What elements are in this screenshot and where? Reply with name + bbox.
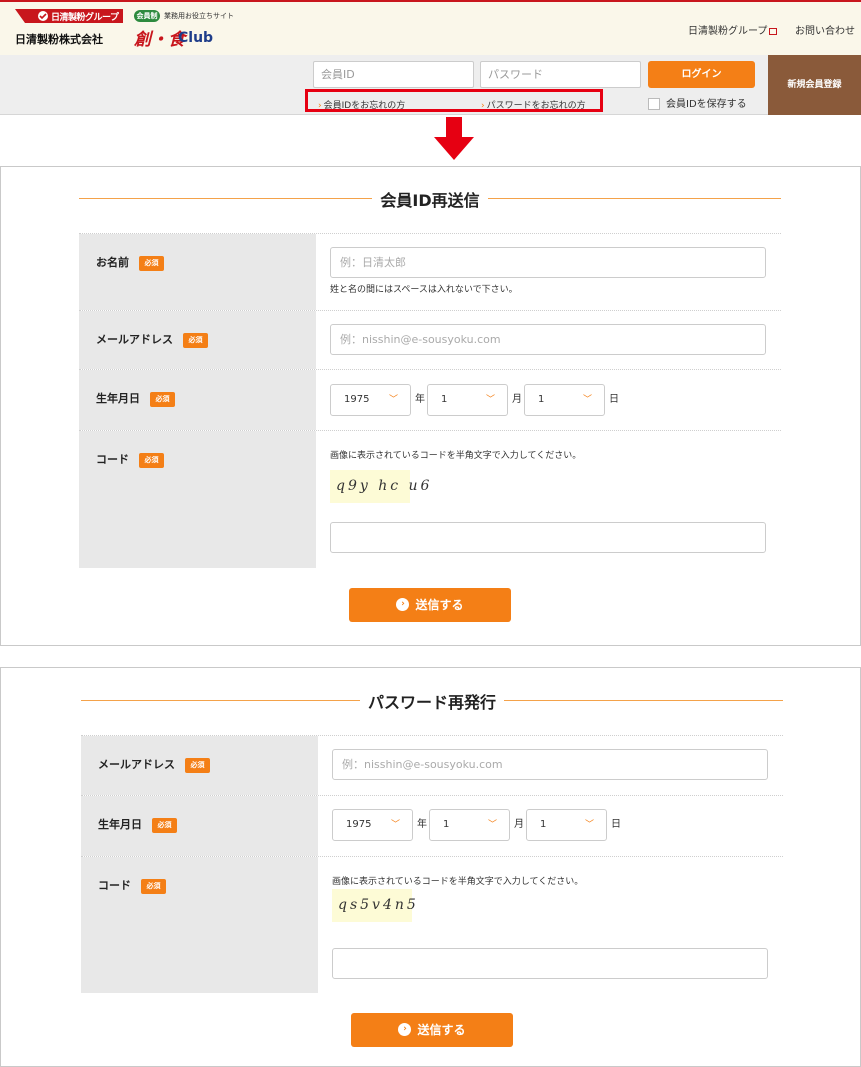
field-label: メールアドレス: [96, 333, 173, 346]
external-link-icon: [769, 27, 778, 35]
chevron-down-icon: ﹀: [388, 395, 398, 405]
birth-year-value: 1975: [344, 394, 370, 405]
reissue-password-panel: パスワード再発行 メールアドレス 必須 例：nisshin@e-sousyoku.…: [0, 667, 861, 1067]
section-title: 会員ID再送信: [372, 191, 488, 210]
month-unit: 月: [514, 819, 524, 830]
chevron-down-icon: ﹀: [584, 820, 594, 830]
birth-day-value: 1: [540, 819, 547, 830]
required-badge: 必須: [150, 391, 175, 407]
form-row-code: コード 必須 画像に表示されているコードを半角文字で入力してください。 q9y h…: [79, 430, 781, 568]
form-row-email: メールアドレス 必須 例：nisshin@e-sousyoku.com: [79, 310, 781, 369]
code-hint: 画像に表示されているコードを半角文字で入力してください。: [332, 877, 584, 887]
birth-month-value: 1: [441, 394, 448, 405]
login-bar: 会員ID パスワード ログイン › 会員IDをお忘れの方 › パスワードをお忘れの方…: [0, 55, 861, 115]
submit-label: 送信する: [417, 1023, 466, 1037]
required-badge: 必須: [183, 332, 208, 348]
birth-month-select[interactable]: 1 ﹀: [429, 809, 510, 841]
reissue-password-form: メールアドレス 必須 例：nisshin@e-sousyoku.com 生年月日必…: [81, 735, 783, 993]
chevron-down-icon: ﹀: [485, 395, 495, 405]
circle-chevron-right-icon: ›: [396, 598, 410, 611]
member-id-input[interactable]: 会員ID: [313, 61, 474, 88]
club-tagline: 業務用お役立ちサイト: [164, 12, 234, 20]
required-badge: 必須: [139, 452, 164, 468]
register-button[interactable]: 新規会員登録: [768, 55, 861, 115]
forgot-id-label: 会員IDをお忘れの方: [323, 101, 406, 111]
chevron-right-icon: ›: [318, 101, 322, 111]
birth-year-value: 1975: [346, 819, 372, 830]
group-site-link-label: 日清製粉グループ: [688, 26, 768, 37]
section-heading: パスワード再発行: [81, 689, 783, 713]
login-button[interactable]: ログイン: [648, 61, 755, 88]
group-site-link[interactable]: 日清製粉グループ: [688, 22, 778, 37]
birth-year-select[interactable]: 1975 ﹀: [330, 384, 411, 416]
submit-button[interactable]: › 送信する: [349, 588, 511, 622]
chevron-down-icon: ﹀: [582, 395, 592, 405]
nisshin-group-logo[interactable]: 日清製粉グループ 日清製粉株式会社: [15, 9, 125, 49]
year-unit: 年: [417, 819, 427, 830]
code-hint: 画像に表示されているコードを半角文字で入力してください。: [330, 451, 582, 461]
name-input[interactable]: 例：日清太郎: [330, 247, 766, 278]
field-label: お名前: [96, 256, 129, 269]
day-unit: 日: [611, 819, 621, 830]
form-row-email: メールアドレス 必須 例：nisshin@e-sousyoku.com: [81, 735, 783, 795]
form-row-code: コード 必須 画像に表示されているコードを半角文字で入力してください。 qs5v4…: [81, 856, 783, 993]
required-badge: 必須: [141, 878, 166, 894]
field-label: コード: [96, 453, 129, 466]
birth-day-select[interactable]: 1 ﹀: [526, 809, 607, 841]
contact-link[interactable]: お問い合わせ: [795, 22, 855, 37]
birth-year-select[interactable]: 1975 ﹀: [332, 809, 413, 841]
resend-id-panel: 会員ID再送信 お名前 必須 例：日清太郎 姓と名の間にはスペースは入れないで下さ…: [0, 166, 861, 646]
chevron-down-icon: ﹀: [487, 820, 497, 830]
section-title: パスワード再発行: [359, 693, 504, 712]
birth-day-value: 1: [538, 394, 545, 405]
form-row-name: お名前 必須 例：日清太郎 姓と名の間にはスペースは入れないで下さい。: [79, 233, 781, 310]
arrow-down-icon: [434, 117, 474, 160]
month-unit: 月: [512, 394, 522, 405]
form-row-birthdate: 生年月日 必須 1975 ﹀ 年 1 ﹀ 月 1 ﹀ 日: [81, 795, 783, 856]
birth-month-value: 1: [443, 819, 450, 830]
chevron-down-icon: ﹀: [390, 820, 400, 830]
birth-month-select[interactable]: 1 ﹀: [427, 384, 508, 416]
required-badge: 必須: [152, 817, 177, 833]
submit-button[interactable]: › 送信する: [351, 1013, 513, 1047]
group-logo-banner-text: 日清製粉グループ: [51, 13, 119, 23]
chevron-right-icon: ›: [481, 101, 485, 111]
required-badge: 必須: [185, 757, 210, 773]
birth-day-select[interactable]: 1 ﹀: [524, 384, 605, 416]
members-only-badge: 会員制: [134, 10, 160, 22]
day-unit: 日: [609, 394, 619, 405]
section-heading: 会員ID再送信: [79, 187, 781, 211]
resend-id-form: お名前 必須 例：日清太郎 姓と名の間にはスペースは入れないで下さい。 メールアド…: [79, 233, 781, 568]
club-name-sub: Club: [178, 30, 214, 46]
forgot-password-link[interactable]: › パスワードをお忘れの方: [481, 98, 586, 111]
field-label: コード: [98, 879, 131, 892]
submit-label: 送信する: [415, 598, 464, 612]
name-hint: 姓と名の間にはスペースは入れないで下さい。: [330, 285, 518, 295]
year-unit: 年: [415, 394, 425, 405]
captcha-image: q9y hc u6: [330, 470, 429, 503]
field-label: メールアドレス: [98, 758, 175, 771]
forgot-password-label: パスワードをお忘れの方: [486, 101, 586, 111]
forgot-id-link[interactable]: › 会員IDをお忘れの方: [318, 98, 405, 111]
sousyoku-club-logo[interactable]: 会員制 業務用お役立ちサイト 創・食 Club: [134, 10, 244, 52]
forgot-links-highlight: › 会員IDをお忘れの方 › パスワードをお忘れの方: [305, 89, 603, 112]
email-input[interactable]: 例：nisshin@e-sousyoku.com: [330, 324, 766, 355]
required-badge: 必須: [139, 255, 164, 271]
company-name: 日清製粉株式会社: [15, 33, 103, 46]
code-input[interactable]: [332, 948, 768, 979]
field-label: 生年月日: [96, 392, 140, 405]
circle-chevron-right-icon: ›: [398, 1023, 412, 1036]
code-input[interactable]: [330, 522, 766, 553]
password-input[interactable]: パスワード: [480, 61, 641, 88]
email-input[interactable]: 例：nisshin@e-sousyoku.com: [332, 749, 768, 780]
save-id-label: 会員IDを保存する: [666, 99, 747, 110]
site-header: 日清製粉グループ 日清製粉株式会社 会員制 業務用お役立ちサイト 創・食 Clu…: [0, 2, 861, 55]
form-row-birthdate: 生年月日 必須 1975 ﹀ 年 1 ﹀ 月 1 ﹀ 日: [79, 369, 781, 430]
checkbox-icon: [648, 98, 660, 110]
captcha-image: qs5v4n5: [332, 889, 416, 922]
save-id-checkbox[interactable]: 会員IDを保存する: [648, 95, 747, 110]
field-label: 生年月日: [98, 818, 142, 831]
